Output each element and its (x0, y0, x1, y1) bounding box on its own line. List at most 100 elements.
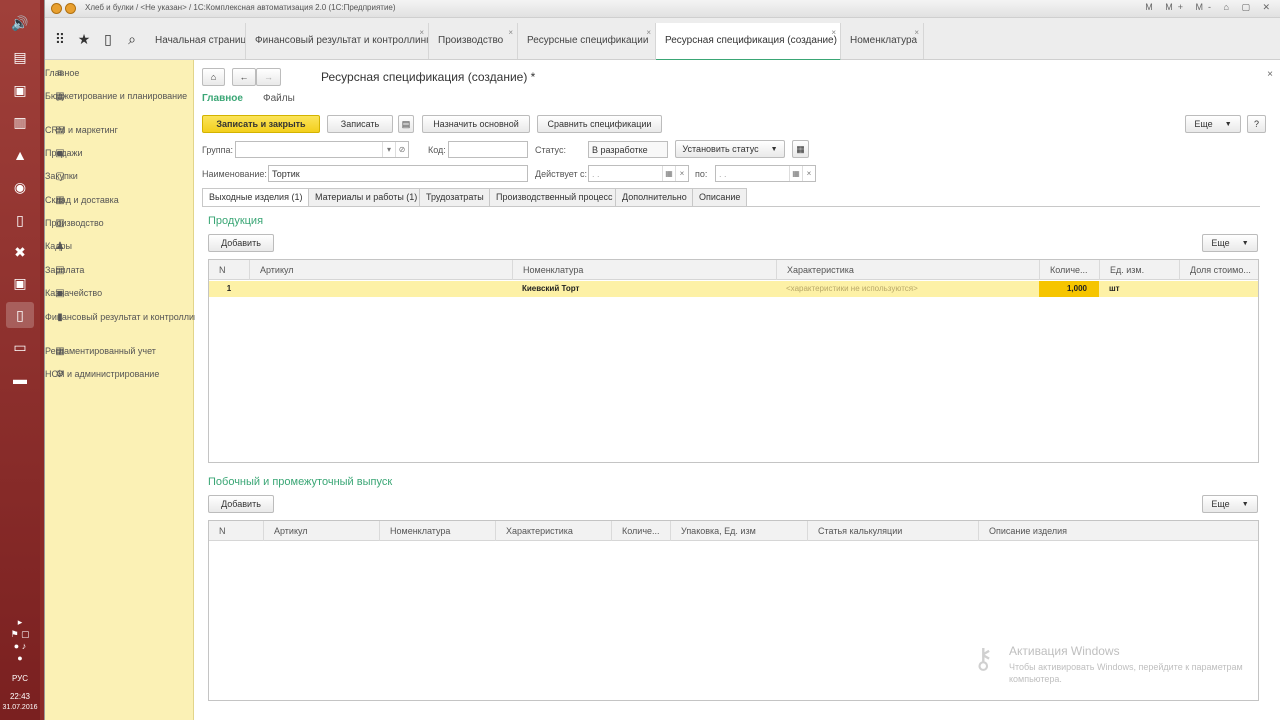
chrome-icon[interactable]: ◉ (6, 174, 34, 200)
sidebar-item-regulated-accounting[interactable]: ▦ Регламентированный учет (45, 346, 194, 357)
language-indicator[interactable]: РУС (0, 674, 40, 683)
close-icon[interactable]: × (419, 28, 424, 37)
sidebar-item-warehouse[interactable]: ▦ Склад и доставка (45, 195, 194, 206)
tab-production-process[interactable]: Производственный процесс (489, 188, 620, 206)
compare-specs-button[interactable]: Сравнить спецификации (537, 115, 662, 133)
calendar-icon[interactable]: ▦ (789, 166, 802, 181)
close-icon[interactable]: × (508, 28, 513, 37)
column-header[interactable]: Статья калькуляции (807, 521, 978, 541)
row-quantity[interactable]: 1,000 (1039, 281, 1099, 297)
column-header[interactable]: Количе... (611, 521, 670, 541)
table-row[interactable]: 1 Киевский Торт <характеристики не испол… (209, 281, 1258, 297)
tab-financial-result[interactable]: Финансовый результат и контроллинг × (246, 23, 429, 59)
close-icon[interactable]: × (831, 28, 836, 37)
column-header[interactable]: Характеристика (495, 521, 611, 541)
tab-additional[interactable]: Дополнительно (615, 188, 694, 206)
document-icon[interactable]: ▯ (6, 207, 34, 233)
column-header[interactable]: Количе... (1039, 260, 1099, 280)
sidebar-item-budgeting[interactable]: ▦ Бюджетирование и планирование (45, 91, 194, 102)
row-unit[interactable]: шт (1099, 281, 1179, 297)
column-header[interactable]: Ед. изм. (1099, 260, 1179, 280)
window-app-icon[interactable]: ▣ (6, 77, 34, 103)
column-header[interactable]: Артикул (263, 521, 379, 541)
tab-resource-specs[interactable]: Ресурсные спецификации × (518, 23, 656, 59)
sidebar-item-production[interactable]: ▥ Производство (45, 218, 194, 229)
row-share[interactable] (1179, 281, 1258, 297)
group-field[interactable]: ▾ ⊘ (235, 141, 409, 158)
archive-icon[interactable]: ▥ (6, 109, 34, 135)
home-button[interactable]: ⌂ (202, 68, 225, 86)
name-field[interactable]: Тортик (268, 165, 528, 182)
close-icon[interactable]: × (914, 28, 919, 37)
save-button[interactable]: Записать (327, 115, 393, 133)
open-icon[interactable]: ⊘ (395, 142, 408, 157)
valid-from-field[interactable]: . . ▦ × (588, 165, 689, 182)
products-more-button[interactable]: Еще ▼ (1202, 234, 1258, 252)
file-manager-icon[interactable]: ▤ (6, 44, 34, 70)
camera-icon[interactable]: ▬ (6, 366, 34, 392)
report-button[interactable]: ▤ (398, 115, 414, 133)
sidebar-item-staff[interactable]: ♟ Кадры (45, 241, 194, 252)
sidebar-item-admin[interactable]: ⚙ НСИ и администрирование (45, 369, 194, 380)
speaker-icon[interactable]: 🔊 (6, 10, 34, 36)
menu-icon[interactable] (65, 3, 76, 14)
close-icon[interactable]: × (646, 28, 651, 37)
tab-labor[interactable]: Трудозатраты (419, 188, 491, 206)
sidebar-item-financial-result[interactable]: ▮ Финансовый результат и контроллинг (45, 312, 202, 323)
add-product-button[interactable]: Добавить (208, 234, 274, 252)
column-header[interactable]: Характеристика (776, 260, 1039, 280)
onec-app-icon[interactable]: ▯ (6, 302, 34, 328)
sidebar-item-salary[interactable]: ▤ Зарплата (45, 265, 194, 276)
tab-materials[interactable]: Материалы и работы (1) (308, 188, 425, 206)
clear-icon[interactable]: × (675, 166, 688, 181)
set-main-button[interactable]: Назначить основной (422, 115, 530, 133)
back-button[interactable]: ← (232, 68, 256, 86)
tab-nomenclature[interactable]: Номенклатура × (841, 23, 924, 59)
clear-icon[interactable]: × (802, 166, 815, 181)
sidebar-item-crm[interactable]: ▤ CRM и маркетинг (45, 125, 194, 136)
window-controls[interactable]: M M+ M- ⌂ ▢ ✕ (1145, 2, 1275, 13)
row-article[interactable] (249, 281, 512, 297)
tab-home[interactable]: Начальная страница (146, 23, 246, 59)
status-history-button[interactable]: ▦ (792, 140, 809, 158)
sidebar-item-main[interactable]: ≡ Главное (45, 68, 194, 79)
tab-resource-spec-create[interactable]: Ресурсная спецификация (создание) * × (656, 23, 841, 61)
byproducts-more-button[interactable]: Еще ▼ (1202, 495, 1258, 513)
close-form-icon[interactable]: × (1267, 69, 1273, 80)
tray-icons[interactable]: ▸ ⚑ ▢ ● ♪ ● (4, 616, 36, 664)
column-header[interactable]: Номенклатура (379, 521, 495, 541)
link-main[interactable]: Главное (202, 93, 243, 104)
search-icon[interactable]: ⌕ (123, 30, 141, 48)
column-header[interactable]: Доля стоимо... (1179, 260, 1258, 280)
column-header[interactable]: N (209, 260, 249, 280)
favorites-icon[interactable]: ★ (75, 30, 93, 48)
set-status-button[interactable]: Установить статус ▼ (675, 140, 785, 158)
row-characteristic[interactable]: <характеристики не используются> (776, 281, 1039, 297)
sidebar-item-treasury[interactable]: ▣ Казначейство (45, 288, 194, 299)
column-header[interactable]: Артикул (249, 260, 512, 280)
tab-description[interactable]: Описание (692, 188, 748, 206)
row-item[interactable]: Киевский Торт (512, 281, 776, 297)
save-and-close-button[interactable]: Записать и закрыть (202, 115, 320, 133)
monitor-icon[interactable]: ▭ (6, 334, 34, 360)
valid-to-field[interactable]: . . ▦ × (715, 165, 816, 182)
vlc-icon[interactable]: ▲ (6, 142, 34, 168)
link-files[interactable]: Файлы (263, 93, 295, 104)
code-field[interactable] (448, 141, 528, 158)
add-byproduct-button[interactable]: Добавить (208, 495, 274, 513)
column-header[interactable]: Упаковка, Ед. изм (670, 521, 807, 541)
window-app-icon[interactable]: ▣ (6, 270, 34, 296)
help-button[interactable]: ? (1247, 115, 1266, 133)
chevron-down-icon[interactable]: ▾ (382, 142, 395, 157)
forward-button[interactable]: → (256, 68, 281, 86)
column-header[interactable]: N (209, 521, 263, 541)
more-button[interactable]: Еще ▼ (1185, 115, 1241, 133)
grid-menu-icon[interactable]: ⠿ (51, 30, 69, 48)
tab-production[interactable]: Производство × (429, 23, 518, 59)
column-header[interactable]: Описание изделия (978, 521, 1258, 541)
calendar-icon[interactable]: ▦ (662, 166, 675, 181)
tab-output-products[interactable]: Выходные изделия (1) (202, 188, 310, 207)
sidebar-item-sales[interactable]: ▣ Продажи (45, 148, 194, 159)
column-header[interactable]: Номенклатура (512, 260, 776, 280)
close-app-icon[interactable]: ✖ (6, 239, 34, 265)
